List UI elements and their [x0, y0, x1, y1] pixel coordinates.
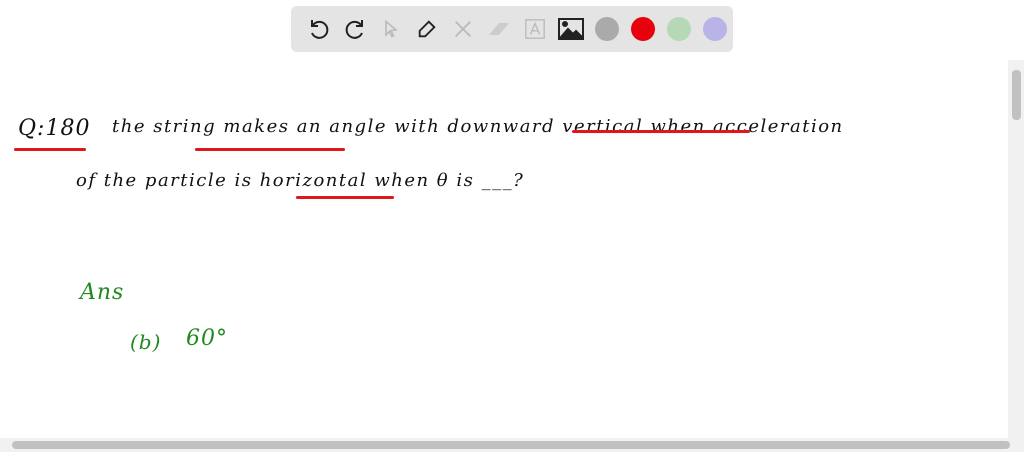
question-line-1: the string makes an angle with downward … [112, 116, 844, 137]
undo-icon[interactable] [301, 12, 336, 47]
color-gray[interactable] [589, 12, 624, 47]
question-number: Q:180 [18, 116, 91, 141]
answer-label: Ans [80, 280, 125, 305]
tools-icon[interactable] [445, 12, 480, 47]
question-line-2: of the particle is horizontal when θ is … [76, 170, 525, 191]
color-green[interactable] [661, 12, 696, 47]
eraser-icon[interactable] [481, 12, 516, 47]
answer-option: (b) [130, 330, 162, 354]
color-purple[interactable] [697, 12, 732, 47]
underline [296, 196, 394, 199]
redo-icon[interactable] [337, 12, 372, 47]
underline [572, 130, 750, 133]
color-red[interactable] [625, 12, 660, 47]
underline [14, 148, 86, 151]
image-icon[interactable] [553, 12, 588, 47]
pen-icon[interactable] [409, 12, 444, 47]
horizontal-scrollbar-thumb[interactable] [12, 441, 1010, 449]
vertical-scrollbar-thumb[interactable] [1012, 70, 1021, 120]
underline [195, 148, 345, 151]
drawing-toolbar [291, 6, 733, 52]
pointer-icon[interactable] [373, 12, 408, 47]
text-icon[interactable] [517, 12, 552, 47]
answer-value: 60° [186, 326, 228, 351]
